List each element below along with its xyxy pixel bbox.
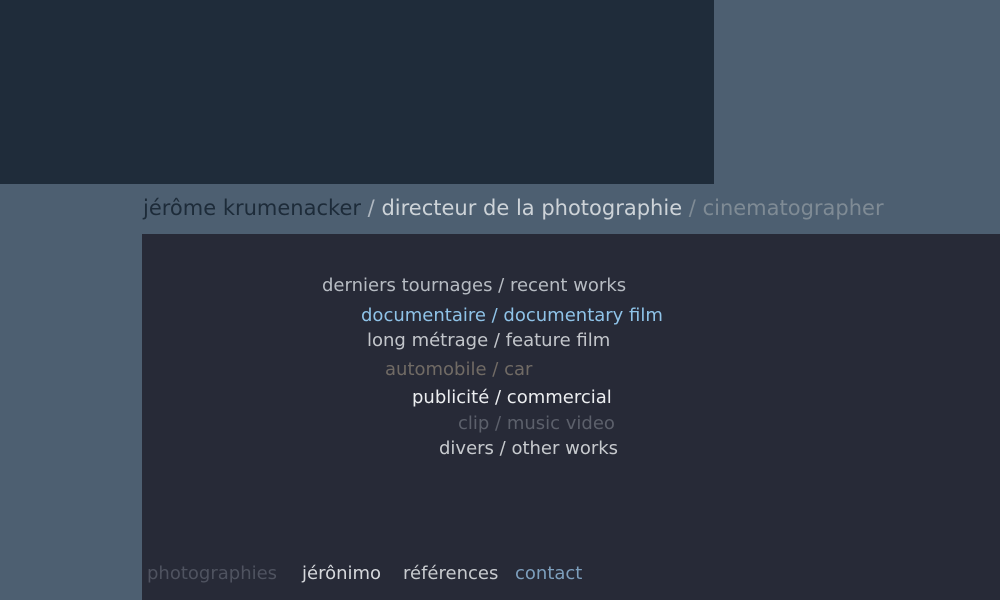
- page: jérôme krumenacker / directeur de la pho…: [0, 0, 1000, 600]
- site-name: jérôme krumenacker: [143, 196, 361, 220]
- menu-link-feature-film[interactable]: long métrage / feature film: [367, 330, 610, 352]
- site-header: jérôme krumenacker / directeur de la pho…: [143, 194, 884, 224]
- menu-link-commercial[interactable]: publicité / commercial: [412, 387, 612, 409]
- menu-link-music-video[interactable]: clip / music video: [458, 413, 615, 435]
- menu-link-other-works[interactable]: divers / other works: [439, 438, 618, 460]
- header-separator: /: [361, 196, 382, 220]
- menu-link-car[interactable]: automobile / car: [385, 359, 532, 381]
- menu-link-documentary[interactable]: documentaire / documentary film: [361, 305, 663, 327]
- top-dark-block: [0, 0, 714, 184]
- footer-link-references[interactable]: références: [403, 562, 498, 586]
- header-title-fr: directeur de la photographie: [381, 196, 683, 220]
- footer-link-photographies[interactable]: photographies: [147, 562, 277, 586]
- header-separator-2: /: [682, 196, 703, 220]
- recent-works-heading: derniers tournages / recent works: [322, 275, 627, 296]
- header-title-en: cinematographer: [702, 196, 884, 220]
- footer-link-jeronimo[interactable]: jérônimo: [302, 562, 381, 586]
- footer-link-contact[interactable]: contact: [515, 562, 582, 586]
- main-panel: derniers tournages / recent works docume…: [142, 234, 1000, 600]
